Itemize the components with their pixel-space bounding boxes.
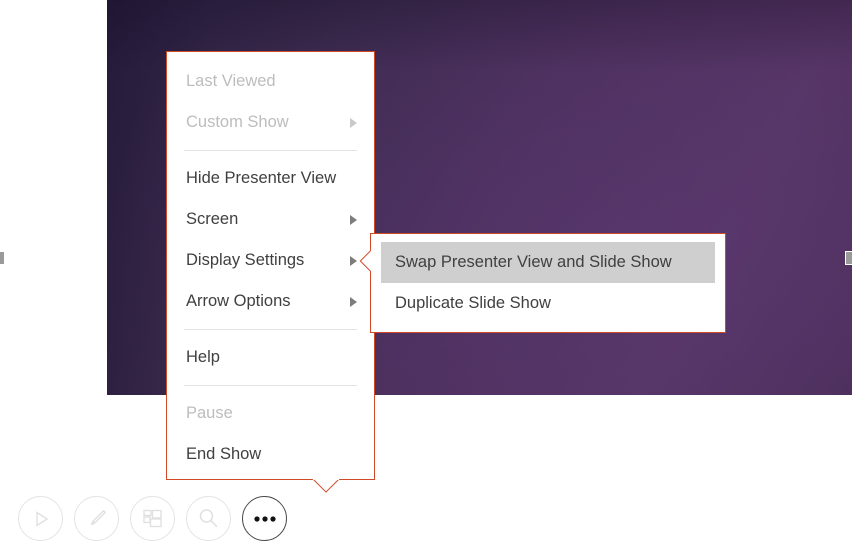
- menu-item-label: End Show: [186, 445, 262, 463]
- menu-item-arrow-options[interactable]: Arrow Options: [167, 281, 374, 322]
- zoom-button[interactable]: [186, 496, 231, 541]
- more-options-button[interactable]: [242, 496, 287, 541]
- menu-item-screen[interactable]: Screen: [167, 199, 374, 240]
- magnifier-icon: [196, 506, 221, 531]
- submenu-callout-pointer-seam: [371, 249, 374, 273]
- pen-button[interactable]: [74, 496, 119, 541]
- menu-item-help[interactable]: Help: [167, 337, 374, 378]
- menu-callout-pointer-seam: [313, 477, 339, 480]
- play-button[interactable]: [18, 496, 63, 541]
- menu-item-custom-show[interactable]: Custom Show: [167, 102, 374, 143]
- menu-item-label: Screen: [186, 210, 239, 228]
- menu-separator: [184, 385, 357, 386]
- chevron-right-icon: [350, 255, 357, 266]
- menu-item-hide-presenter-view[interactable]: Hide Presenter View: [167, 158, 374, 199]
- menu-callout-pointer-down: [312, 479, 340, 493]
- menu-item-label: Last Viewed: [186, 72, 276, 90]
- resize-handle-left[interactable]: [0, 251, 5, 265]
- menu-item-label: Help: [186, 348, 220, 366]
- all-slides-button[interactable]: [130, 496, 175, 541]
- menu-separator: [184, 329, 357, 330]
- menu-item-label: Arrow Options: [186, 292, 291, 310]
- submenu-item-label: Swap Presenter View and Slide Show: [395, 253, 672, 271]
- grid-icon: [140, 506, 165, 531]
- more-options-menu: Last Viewed Custom Show Hide Presenter V…: [166, 51, 375, 493]
- menu-item-display-settings[interactable]: Display Settings: [167, 240, 374, 281]
- menu-item-last-viewed[interactable]: Last Viewed: [167, 61, 374, 102]
- menu-separator: [184, 150, 357, 151]
- menu-separator-wrap: [167, 322, 374, 337]
- menu-item-label: Pause: [186, 404, 233, 422]
- menu-item-label: Hide Presenter View: [186, 169, 337, 187]
- submenu-item-duplicate-slide-show[interactable]: Duplicate Slide Show: [381, 283, 715, 324]
- menu-item-label: Custom Show: [186, 113, 289, 131]
- presenter-toolbar: [18, 496, 287, 541]
- ellipsis-icon: [252, 514, 278, 524]
- display-settings-submenu: Swap Presenter View and Slide Show Dupli…: [359, 233, 726, 333]
- chevron-right-icon: [350, 117, 357, 128]
- resize-handle-right[interactable]: [845, 251, 852, 265]
- menu-item-end-show[interactable]: End Show: [167, 434, 374, 475]
- submenu-item-label: Duplicate Slide Show: [395, 294, 551, 312]
- menu-item-label: Display Settings: [186, 251, 305, 269]
- submenu-item-swap-presenter-view-and-slide-show[interactable]: Swap Presenter View and Slide Show: [381, 242, 715, 283]
- submenu-callout-pointer-left: [359, 248, 371, 274]
- menu-separator-wrap: [167, 378, 374, 393]
- play-icon: [30, 508, 52, 530]
- chevron-right-icon: [350, 296, 357, 307]
- menu-separator-wrap: [167, 143, 374, 158]
- menu-item-pause[interactable]: Pause: [167, 393, 374, 434]
- chevron-right-icon: [350, 214, 357, 225]
